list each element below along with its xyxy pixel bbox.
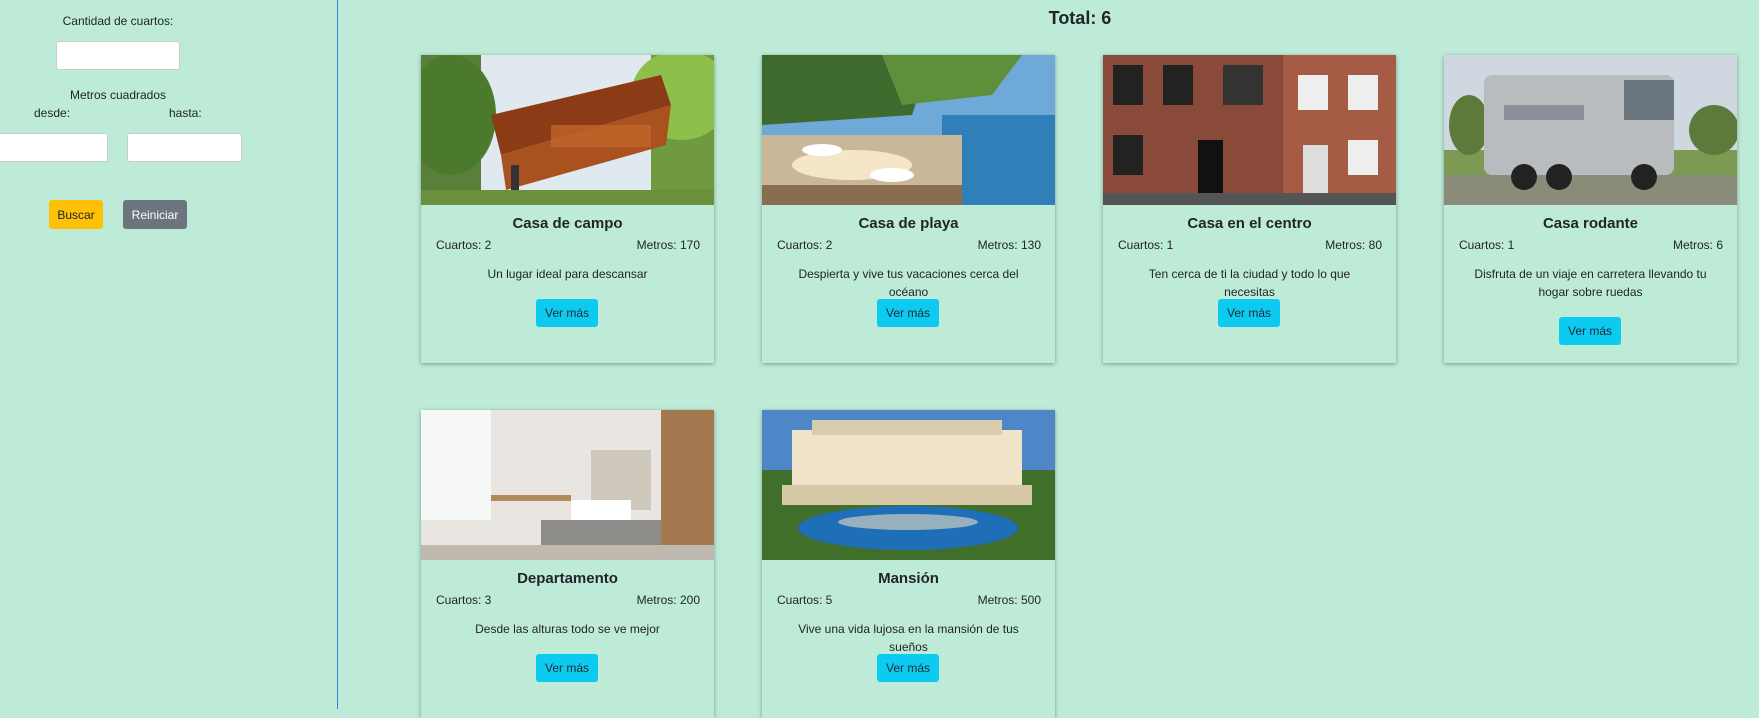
property-meters: Metros: 200 (636, 593, 700, 607)
rooms-input[interactable] (56, 41, 180, 70)
property-card: Mansión Cuartos: 5 Metros: 500 Vive una … (762, 410, 1055, 718)
view-more-button[interactable]: Ver más (1559, 317, 1621, 345)
property-meters: Metros: 170 (636, 238, 700, 252)
rooms-label: Cantidad de cuartos: (62, 14, 174, 28)
property-rooms: Cuartos: 5 (777, 593, 833, 607)
property-title: Casa de campo (512, 215, 623, 232)
view-more-button[interactable]: Ver más (1218, 299, 1280, 327)
results-total: Total: 6 (1048, 8, 1112, 28)
property-meters: Metros: 500 (977, 593, 1041, 607)
property-meters: Metros: 6 (1672, 238, 1723, 252)
property-image (1444, 55, 1737, 205)
meters-label: Metros cuadrados (69, 88, 167, 102)
reset-button[interactable]: Reiniciar (123, 200, 187, 229)
property-rooms: Cuartos: 1 (1459, 238, 1515, 252)
property-title: Casa rodante (1542, 215, 1639, 232)
property-description: Despierta y vive tus vacaciones cerca de… (798, 267, 1019, 299)
search-button[interactable]: Buscar (49, 200, 103, 229)
property-image (762, 55, 1055, 205)
property-card: Casa en el centro Cuartos: 1 Metros: 80 … (1103, 55, 1396, 363)
view-more-button[interactable]: Ver más (877, 299, 939, 327)
view-more-button[interactable]: Ver más (536, 654, 598, 682)
property-title: Departamento (517, 570, 618, 587)
property-card: Casa de playa Cuartos: 2 Metros: 130 Des… (762, 55, 1055, 363)
property-image (1103, 55, 1396, 205)
view-more-button[interactable]: Ver más (536, 299, 598, 327)
property-title: Casa en el centro (1187, 215, 1312, 232)
property-rooms: Cuartos: 2 (436, 238, 492, 252)
property-image (421, 55, 714, 205)
property-meters: Metros: 80 (1325, 238, 1382, 252)
property-card: Departamento Cuartos: 3 Metros: 200 Desd… (421, 410, 714, 718)
from-label: desde: (34, 106, 71, 120)
property-description: Disfruta de un viaje en carretera llevan… (1474, 267, 1707, 299)
property-rooms: Cuartos: 3 (436, 593, 492, 607)
property-title: Casa de playa (858, 215, 959, 232)
property-description: Ten cerca de ti la ciudad y todo lo que … (1148, 267, 1351, 299)
property-rooms: Cuartos: 2 (777, 238, 833, 252)
property-card: Casa rodante Cuartos: 1 Metros: 6 Disfru… (1444, 55, 1737, 363)
property-description: Desde las alturas todo se ve mejor (475, 622, 660, 636)
meters-from-input[interactable] (0, 133, 108, 162)
meters-to-input[interactable] (127, 133, 242, 162)
property-description: Un lugar ideal para descansar (487, 267, 648, 281)
to-label: hasta: (169, 106, 202, 120)
view-more-button[interactable]: Ver más (877, 654, 939, 682)
property-image (421, 410, 714, 560)
filter-sidebar: Cantidad de cuartos: Metros cuadrados de… (0, 0, 338, 709)
property-rooms: Cuartos: 1 (1118, 238, 1174, 252)
property-title: Mansión (878, 570, 939, 587)
property-meters: Metros: 130 (977, 238, 1041, 252)
property-card: Casa de campo Cuartos: 2 Metros: 170 Un … (421, 55, 714, 363)
property-description: Vive una vida lujosa en la mansión de tu… (798, 622, 1019, 654)
property-image (762, 410, 1055, 560)
